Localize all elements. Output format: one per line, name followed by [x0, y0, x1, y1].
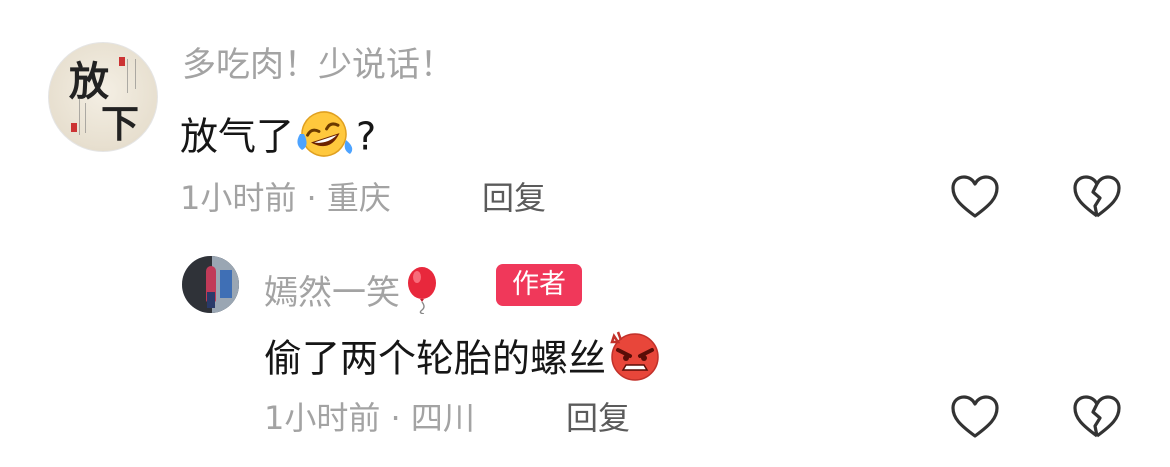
avatar[interactable]: 放 下	[48, 42, 158, 152]
avatar[interactable]	[182, 256, 239, 313]
author-badge: 作者	[496, 264, 582, 306]
comment-text-main: 放气了	[180, 114, 295, 159]
broken-heart-icon[interactable]	[1072, 174, 1122, 220]
comment-text: 放气了 ?	[180, 108, 376, 170]
broken-heart-icon[interactable]	[1072, 394, 1122, 440]
heart-icon[interactable]	[950, 394, 1000, 440]
reply-username[interactable]: 嫣然一笑	[264, 266, 444, 323]
comment-text-tail: ?	[356, 114, 377, 159]
avatar-lettering-2: 下	[101, 101, 140, 146]
heart-icon[interactable]	[950, 174, 1000, 220]
reply-username-text: 嫣然一笑	[264, 273, 400, 313]
reply-text: 偷了两个轮胎的螺丝	[264, 330, 664, 392]
rolling-on-floor-laughing-emoji	[294, 108, 356, 170]
reply-button[interactable]: 回复	[482, 178, 546, 218]
meta-separator: ·	[306, 179, 317, 217]
reply-text-main: 偷了两个轮胎的螺丝	[264, 336, 607, 381]
angry-face-emoji	[606, 330, 664, 392]
reply-location: 四川	[410, 399, 475, 437]
comment-username[interactable]: 多吃肉！少说话！	[182, 45, 454, 85]
comment-time: 1小时前	[180, 179, 297, 217]
comment-meta: 1小时前 · 重庆	[180, 178, 391, 218]
comment-location: 重庆	[326, 179, 391, 217]
reply-meta: 1小时前 · 四川	[264, 398, 475, 438]
reply-time: 1小时前	[264, 399, 381, 437]
reply-button[interactable]: 回复	[566, 398, 630, 438]
balloon-emoji	[400, 266, 444, 323]
meta-separator: ·	[390, 399, 401, 437]
